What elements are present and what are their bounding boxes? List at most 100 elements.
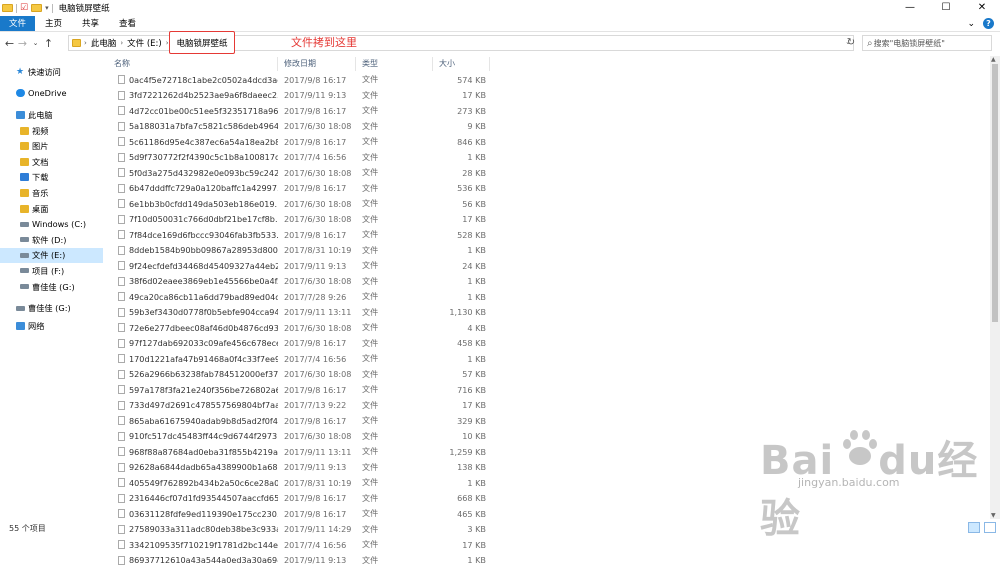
- file-row[interactable]: 526a2966b63238fab784512000ef37c...2017/6…: [108, 367, 988, 383]
- file-row[interactable]: 4d72cc01be00c51ee5f32351718a96...2017/9/…: [108, 103, 988, 119]
- file-name: 5a188031a7bfa7c5821c586deb4964...: [129, 121, 278, 131]
- breadcrumb-current-folder[interactable]: 电脑锁屏壁纸: [169, 31, 235, 54]
- file-row[interactable]: 3fd7221262d4b2523ae9a6f8daeec2...2017/9/…: [108, 88, 988, 104]
- file-row[interactable]: 97f127dab692033c09afe456c678ece...2017/9…: [108, 336, 988, 352]
- file-name-cell: 49ca20ca86cb11a6dd79bad89ed04d...: [108, 292, 278, 302]
- file-row[interactable]: 72e6e277dbeec08af46d0b4876cd93...2017/6/…: [108, 320, 988, 336]
- file-date: 2017/8/31 10:19: [278, 245, 356, 255]
- column-header-size[interactable]: 大小: [433, 57, 490, 71]
- new-folder-icon[interactable]: [31, 4, 42, 12]
- sidebar-item[interactable]: 项目 (F:): [0, 263, 103, 279]
- drive-icon: [20, 253, 29, 258]
- file-row[interactable]: 5a188031a7bfa7c5821c586deb4964...2017/6/…: [108, 119, 988, 135]
- column-header-date[interactable]: 修改日期: [278, 57, 356, 71]
- file-date: 2017/6/30 18:08: [278, 369, 356, 379]
- sidebar-item[interactable]: 软件 (D:): [0, 232, 103, 248]
- search-input[interactable]: ⌕ 搜索"电脑锁屏壁纸": [862, 35, 992, 51]
- file-row[interactable]: 170d1221afa47b91468a0f4c33f7ee9...2017/7…: [108, 351, 988, 367]
- file-row[interactable]: 733d497d2691c478557569804bf7aa...2017/7/…: [108, 398, 988, 414]
- sidebar-item-label: OneDrive: [28, 88, 67, 98]
- properties-check-icon[interactable]: ☑: [20, 3, 28, 13]
- scroll-up-icon[interactable]: ▲: [991, 56, 996, 63]
- file-icon: [118, 370, 125, 379]
- file-name: 3342109535f710219f1781d2bc144e...: [129, 540, 278, 550]
- file-date: 2017/9/11 9:13: [278, 555, 356, 565]
- file-row[interactable]: 5f0d3a275d432982e0e093bc59c242...2017/6/…: [108, 165, 988, 181]
- file-row[interactable]: 6e1bb3b0cfdd149da503eb186e019...2017/6/3…: [108, 196, 988, 212]
- file-row[interactable]: 7f10d050031c766d0dbf21be17cf8b...2017/6/…: [108, 212, 988, 228]
- sidebar-item[interactable]: 桌面: [0, 201, 103, 217]
- file-row[interactable]: 0ac4f5e72718c1abe2c0502a4dcd3ae...2017/9…: [108, 72, 988, 88]
- breadcrumb-drive-e[interactable]: 文件 (E:): [127, 37, 162, 49]
- file-row[interactable]: 597a178f3fa21e240f356be726802a6...2017/9…: [108, 382, 988, 398]
- address-bar[interactable]: › 此电脑 › 文件 (E:) › 电脑锁屏壁纸 文件拷到这里 ⌄: [68, 35, 854, 51]
- file-name: 5c61186d95e4c387ec6a54a18ea2b8...: [129, 137, 278, 147]
- sidebar-item[interactable]: 音乐: [0, 185, 103, 201]
- chevron-down-icon[interactable]: ⌄: [967, 16, 975, 32]
- star-icon: ★: [16, 68, 25, 76]
- file-row[interactable]: 49ca20ca86cb11a6dd79bad89ed04d...2017/7/…: [108, 289, 988, 305]
- sidebar-item[interactable]: 曹佳佳 (G:): [0, 279, 103, 295]
- file-name: 6b47dddffc729a0a120baffc1a42997...: [129, 183, 278, 193]
- recent-dropdown-icon[interactable]: ⌄: [30, 39, 41, 47]
- file-size: 17 KB: [433, 90, 490, 100]
- sidebar-item-label: 软件 (D:): [32, 234, 66, 246]
- tab-share[interactable]: 共享: [72, 16, 109, 31]
- sidebar-item[interactable]: OneDrive: [0, 86, 103, 102]
- file-name-cell: 5c61186d95e4c387ec6a54a18ea2b8...: [108, 137, 278, 147]
- details-view-icon[interactable]: [968, 522, 980, 533]
- file-row[interactable]: 7f84dce169d6fbccc93046fab3fb533...2017/9…: [108, 227, 988, 243]
- pc-icon: [16, 111, 25, 119]
- tab-view[interactable]: 查看: [109, 16, 146, 31]
- customize-toolbar-icon[interactable]: ▾: [45, 4, 49, 12]
- file-row[interactable]: 6b47dddffc729a0a120baffc1a42997...2017/9…: [108, 181, 988, 197]
- file-row[interactable]: 86937712610a43a544a0ed3a30a694...2017/9/…: [108, 553, 988, 568]
- file-row[interactable]: 8ddeb1584b90bb09867a28953d800...2017/8/3…: [108, 243, 988, 259]
- file-row[interactable]: 5d9f730772f2f4390c5c1b8a100817d...2017/7…: [108, 150, 988, 166]
- sidebar-item[interactable]: 文档: [0, 154, 103, 170]
- column-header-type[interactable]: 类型: [356, 57, 433, 71]
- close-button[interactable]: ✕: [964, 0, 1000, 16]
- sidebar-item[interactable]: 网络: [0, 318, 103, 334]
- file-size: 4 KB: [433, 323, 490, 333]
- file-row[interactable]: 5c61186d95e4c387ec6a54a18ea2b8...2017/9/…: [108, 134, 988, 150]
- file-row[interactable]: 9f24ecfdefd34468d45409327a44eb2...2017/9…: [108, 258, 988, 274]
- file-name-cell: 526a2966b63238fab784512000ef37c...: [108, 369, 278, 379]
- refresh-icon[interactable]: ↻: [845, 35, 857, 51]
- windows-drive-icon: [20, 222, 29, 227]
- back-arrow-icon[interactable]: ←: [4, 37, 15, 50]
- file-row[interactable]: 59b3ef3430d0778f0b5ebfe904cca94...2017/9…: [108, 305, 988, 321]
- sidebar-item[interactable]: Windows (C:): [0, 216, 103, 232]
- address-row: ← → ⌄ ↑ › 此电脑 › 文件 (E:) › 电脑锁屏壁纸 文件拷到这里 …: [0, 32, 1000, 54]
- forward-arrow-icon[interactable]: →: [17, 37, 28, 50]
- file-row[interactable]: 38f6d02eaee3869eb1e45566be0a4f...2017/6/…: [108, 274, 988, 290]
- file-date: 2017/9/8 16:17: [278, 75, 356, 85]
- sidebar-item[interactable]: 视频: [0, 123, 103, 139]
- video-folder-icon: [20, 127, 29, 135]
- chevron-right-icon[interactable]: ›: [84, 39, 87, 47]
- sidebar-item[interactable]: 曹佳佳 (G:): [0, 300, 103, 316]
- breadcrumb-this-pc[interactable]: 此电脑: [91, 37, 117, 49]
- sidebar-item[interactable]: 文件 (E:): [0, 248, 103, 264]
- minimize-button[interactable]: —: [892, 0, 928, 16]
- maximize-button[interactable]: ☐: [928, 0, 964, 16]
- sidebar-item[interactable]: 图片: [0, 138, 103, 154]
- sidebar-item[interactable]: ★快速访问: [0, 64, 103, 80]
- file-size: 1 KB: [433, 292, 490, 302]
- help-icon[interactable]: ?: [983, 18, 994, 29]
- sidebar-item[interactable]: 下载: [0, 170, 103, 186]
- file-size: 28 KB: [433, 168, 490, 178]
- tab-home[interactable]: 主页: [35, 16, 72, 31]
- large-icons-view-icon[interactable]: [984, 522, 996, 533]
- chevron-right-icon[interactable]: ›: [120, 39, 123, 47]
- file-size: 1 KB: [433, 245, 490, 255]
- tab-file[interactable]: 文件: [0, 16, 35, 31]
- sidebar-item[interactable]: 此电脑: [0, 107, 103, 123]
- file-size: 668 KB: [433, 493, 490, 503]
- scrollbar-thumb[interactable]: [992, 64, 998, 322]
- file-name: 59b3ef3430d0778f0b5ebfe904cca94...: [129, 307, 278, 317]
- up-arrow-icon[interactable]: ↑: [43, 37, 54, 50]
- separator: [52, 4, 53, 13]
- separator: [16, 4, 17, 13]
- column-header-name[interactable]: 名称: [108, 57, 278, 71]
